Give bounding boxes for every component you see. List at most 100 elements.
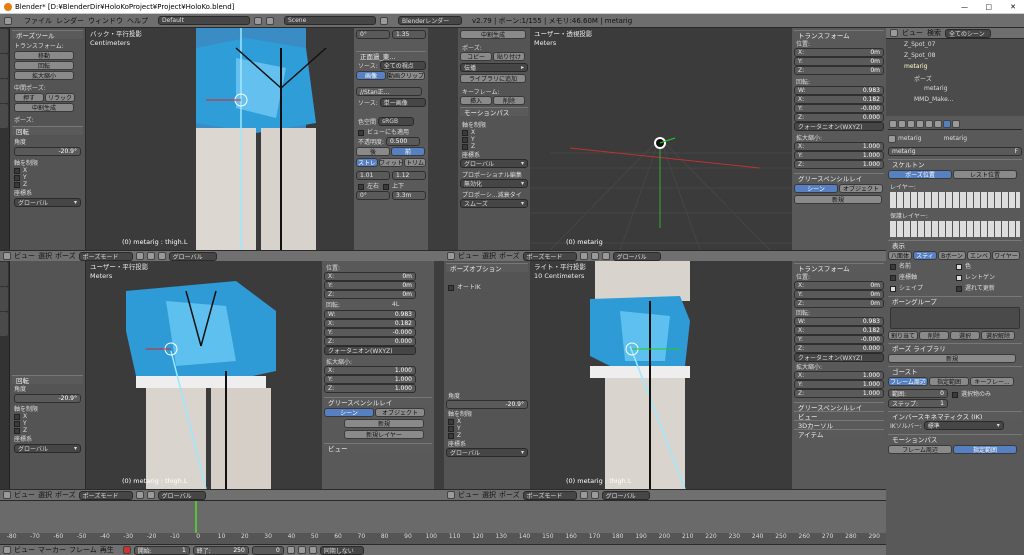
timeline-marker-menu[interactable]: マーカー: [38, 545, 66, 555]
move-button[interactable]: 移動: [14, 51, 74, 60]
grease-pencil-header[interactable]: グリースペンシルレイ: [324, 397, 432, 407]
outliner-item[interactable]: ポーズ: [892, 74, 1018, 85]
orientation-select[interactable]: グローバル: [157, 490, 206, 500]
skeleton-header[interactable]: スケルトン: [888, 159, 1022, 169]
rest-position-button[interactable]: レスト位置: [953, 170, 1017, 179]
loc-x-field[interactable]: X: 0m: [324, 272, 416, 281]
shading-icon[interactable]: [135, 252, 144, 260]
rotation-field[interactable]: 0°: [356, 30, 390, 39]
outliner-item[interactable]: Z_Spot_07: [892, 41, 1018, 52]
gp-object-button[interactable]: オブジェクト: [839, 184, 883, 193]
rot-z-field[interactable]: Z: 0.000: [324, 337, 416, 346]
menu-render[interactable]: レンダー: [56, 16, 84, 26]
rotate-panel-header[interactable]: 回転: [12, 375, 83, 385]
axis-x-checkbox[interactable]: X: [12, 167, 83, 174]
front-button[interactable]: 前: [391, 147, 425, 156]
mode-select[interactable]: ポーズモード: [78, 251, 133, 261]
scale-button[interactable]: 拡大縮小: [14, 71, 74, 80]
view-menu[interactable]: ビュー: [458, 251, 479, 261]
outliner-item[interactable]: Z_Spot_08: [892, 52, 1018, 63]
pivot-icon[interactable]: [590, 252, 599, 260]
axis-x-checkbox-2[interactable]: X: [460, 129, 528, 136]
gp-scene-button[interactable]: シーン: [794, 184, 838, 193]
viewport-user[interactable]: ユーザー・平行投影 Meters (0) metarig : thigh.L: [86, 261, 322, 489]
pose-menu[interactable]: ポーズ: [55, 251, 76, 261]
rotation-mode-select[interactable]: クォータニオン(WXYZ): [794, 122, 884, 131]
names-checkbox[interactable]: 名前: [888, 261, 952, 270]
orientation-select[interactable]: グローバル: [601, 490, 650, 500]
scale-x-field-n[interactable]: X: 1.000: [324, 366, 416, 375]
constraint-tab-icon[interactable]: [934, 119, 942, 128]
rot-x-field[interactable]: X: 0.182: [794, 326, 884, 335]
armature-tab-icon[interactable]: [943, 119, 951, 128]
pose-menu[interactable]: ポーズ: [499, 251, 520, 261]
manipulator-icon[interactable]: [601, 252, 610, 260]
editor-type-icon[interactable]: [3, 546, 11, 554]
tool-tab[interactable]: [0, 79, 8, 103]
orientation-select[interactable]: グローバル: [168, 251, 217, 261]
axis-x-checkbox[interactable]: X: [12, 413, 83, 420]
axis-y-checkbox[interactable]: Y: [12, 174, 83, 181]
rot-z-field[interactable]: Z: 0.000: [794, 344, 884, 353]
bone-groups-header[interactable]: ボーングループ: [888, 296, 1022, 306]
axis-z-checkbox-2[interactable]: Z: [460, 143, 528, 150]
tool-tab[interactable]: [0, 104, 8, 128]
view-menu[interactable]: ビュー: [14, 251, 35, 261]
view-menu[interactable]: ビュー: [458, 490, 479, 500]
editor-type-icon[interactable]: [447, 252, 455, 260]
outliner-item[interactable]: MMD_Make...: [892, 96, 1018, 107]
outliner-item[interactable]: metarig: [892, 85, 1018, 96]
select-button[interactable]: 選択: [950, 331, 980, 340]
axis-y-checkbox[interactable]: Y: [12, 420, 83, 427]
current-frame-field[interactable]: 0: [251, 545, 284, 555]
bone-group-list[interactable]: [890, 307, 1020, 329]
gp-object-button[interactable]: オブジェクト: [375, 408, 425, 417]
record-icon[interactable]: [122, 546, 131, 554]
end-frame-field[interactable]: 終了: 250: [192, 545, 249, 555]
pose-tools-header[interactable]: ボーズツール: [12, 30, 83, 40]
scene-tab-icon[interactable]: [907, 119, 915, 128]
proportional-select[interactable]: 無効化 ▾: [460, 179, 528, 188]
rot-w-field[interactable]: W: 0.983: [794, 317, 884, 326]
deselect-button[interactable]: 選択解除: [981, 331, 1015, 340]
render-engine-select[interactable]: Blenderレンダー: [398, 16, 462, 25]
gp-scene-button[interactable]: シーン: [324, 408, 374, 417]
ghost-header[interactable]: ゴースト: [888, 366, 1022, 376]
rot-y-field[interactable]: Y: -0.000: [794, 335, 884, 344]
transform-header[interactable]: トランスフォーム: [794, 263, 884, 273]
rot-w-field[interactable]: W: 0.983: [794, 86, 884, 95]
angle-field[interactable]: -20.9°: [446, 400, 528, 409]
tool-tab[interactable]: [0, 29, 8, 53]
orientation-select-2[interactable]: グローバル ▾: [460, 159, 528, 168]
scale-z-field-n[interactable]: Z: 1.000: [794, 389, 884, 398]
stick-button[interactable]: スティ: [913, 251, 937, 260]
xray-checkbox[interactable]: レントゲン: [954, 272, 995, 281]
scale-x-field-n[interactable]: X: 1.000: [794, 371, 884, 380]
loc-x-field[interactable]: X: 0m: [794, 48, 884, 57]
propagate-menu[interactable]: 伝播 ▸: [460, 63, 528, 72]
remove-button[interactable]: 削除: [919, 331, 949, 340]
view-menu[interactable]: ビュー: [14, 490, 35, 500]
shapes-checkbox[interactable]: シェイプ: [888, 283, 952, 292]
render-tab-icon[interactable]: [889, 119, 897, 128]
view-use-checkbox[interactable]: ビューにも適用: [356, 127, 426, 136]
timeline-frame-menu[interactable]: フレーム: [69, 545, 97, 555]
mode-select[interactable]: ポーズモード: [522, 490, 577, 500]
loc-y-field[interactable]: Y: 0m: [794, 290, 884, 299]
mp-around-frame-button[interactable]: フレーム周辺: [888, 445, 952, 454]
crop-button[interactable]: トリム: [404, 158, 426, 167]
shading-icon[interactable]: [579, 491, 588, 499]
frames-select[interactable]: 全ての視点: [379, 61, 426, 70]
rot-x-field[interactable]: X: 0.182: [794, 95, 884, 104]
new-poselib-button[interactable]: 新規: [888, 354, 1016, 363]
rotation-mode-select[interactable]: クォータニオン(WXYZ): [324, 346, 416, 355]
wire-button[interactable]: ワイヤー: [992, 251, 1020, 260]
orientation-select[interactable]: グローバル ▾: [14, 198, 81, 207]
delete-key-button[interactable]: 削除: [493, 96, 525, 105]
pose-position-button[interactable]: ポーズ位置: [888, 170, 952, 179]
mp-in-range-button[interactable]: 指定範囲: [953, 445, 1017, 454]
rot-z-field[interactable]: Z: 0.000: [794, 113, 884, 122]
select-menu[interactable]: 選択: [38, 490, 52, 500]
colorspace-select[interactable]: sRGB: [378, 117, 415, 126]
editor-type-icon[interactable]: [447, 491, 455, 499]
